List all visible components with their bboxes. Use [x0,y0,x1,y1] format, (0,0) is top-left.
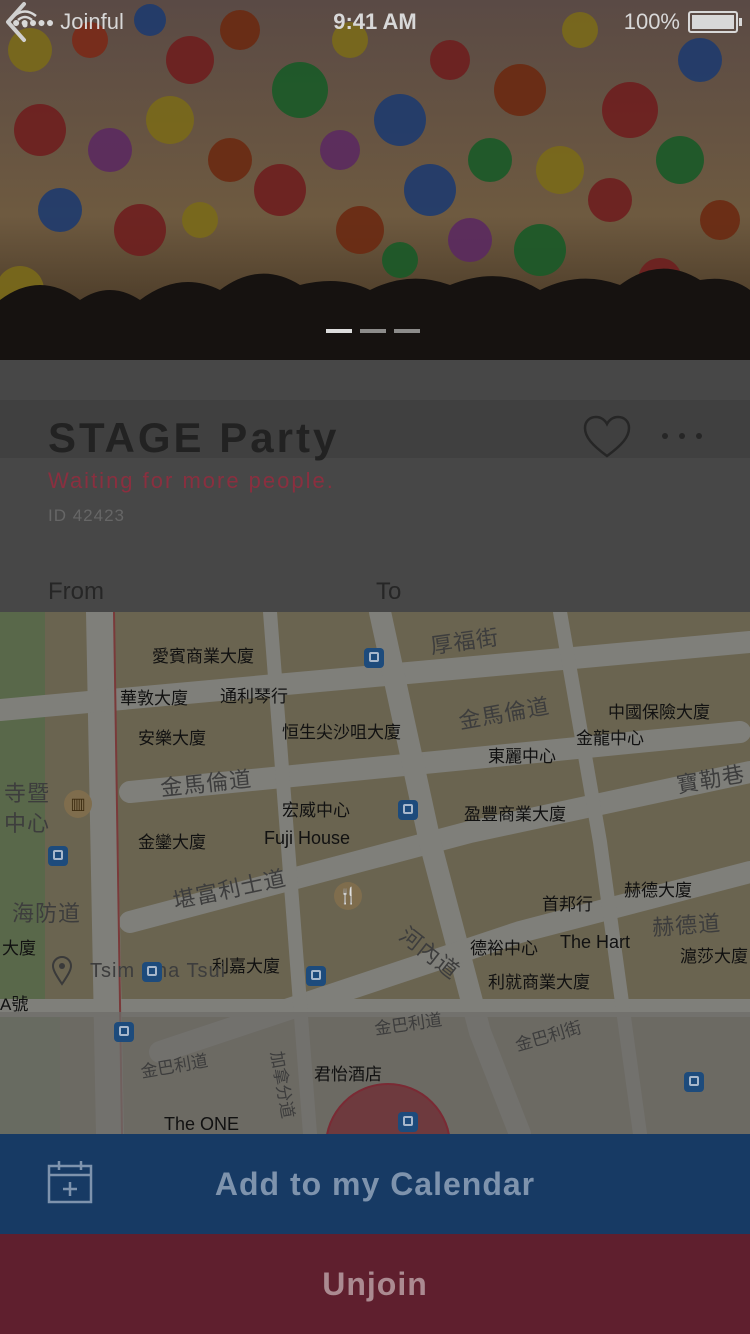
restaurant-poi-icon[interactable]: 🍴 [334,882,362,910]
bus-stop-icon[interactable] [684,1072,704,1092]
map-label: 金龍中心 [576,729,644,748]
map-label: 首邦行 [542,895,593,914]
event-status: Waiting for more people. [48,468,335,493]
map-label: 君怡酒店 [314,1065,382,1084]
balloons-photo [0,0,750,360]
event-title: STAGE Party [48,414,340,461]
map-label: 大廈 [2,939,36,958]
museum-poi-icon[interactable]: ▥ [64,790,92,818]
map-label: 金鑾大廈 [138,833,206,852]
map-label: 赫德道 [651,910,722,941]
map-label: 安樂大廈 [138,729,206,748]
map-label: 滬莎大廈 [680,947,748,966]
bus-stop-icon[interactable] [364,648,384,668]
add-to-calendar-button[interactable]: Add to my Calendar [0,1134,750,1234]
map-label: 德裕中心 [470,939,538,958]
pager-dot[interactable] [360,329,386,333]
to-label: To [376,578,402,605]
more-options-icon[interactable] [660,428,704,444]
event-map[interactable]: 愛賓商業大廈 厚福街 華敦大廈 通利琴行 中國保險大廈 安樂大廈 恒生尖沙咀大廈… [0,612,750,1134]
map-label: 赫德大廈 [624,881,692,900]
map-label: 愛賓商業大廈 [152,647,254,666]
location-pin-icon [51,956,73,986]
favorite-heart-icon[interactable] [582,415,632,459]
event-id: ID 42423 [48,506,125,525]
back-arrow-icon[interactable] [0,0,40,44]
pager-dot[interactable] [326,329,352,333]
bus-stop-icon[interactable] [114,1022,134,1042]
map-label: 華敦大廈 [120,689,188,708]
bus-stop-icon[interactable] [398,1112,418,1132]
map-label: 中心 [4,811,51,836]
add-to-calendar-label: Add to my Calendar [214,1166,536,1202]
image-pager[interactable] [326,329,420,333]
battery-status: 100% [623,9,742,35]
battery-percent: 100% [623,9,680,34]
bus-stop-icon[interactable] [48,846,68,866]
map-label: 中國保險大廈 [608,703,710,722]
map-label: A號 [0,995,29,1014]
unjoin-button[interactable]: Unjoin [0,1234,750,1334]
map-label: 利就商業大廈 [488,973,590,992]
bus-stop-icon[interactable] [142,962,162,982]
from-label: From [48,578,104,605]
status-bar: ●●●●● Joinful 9:41 AM 100% [0,0,750,42]
map-streets [0,612,750,1134]
event-detail-screen: ●●●●● Joinful 9:41 AM 100% STAGE Party W… [0,0,750,1334]
map-label: The ONE [164,1114,240,1134]
map-label: 恒生尖沙咀大廈 [282,723,401,742]
unjoin-label: Unjoin [322,1266,428,1302]
bus-stop-icon[interactable] [306,966,326,986]
map-label: 東麗中心 [488,747,556,766]
map-label: 海防道 [12,901,82,926]
map-label: 宏威中心 [282,801,350,820]
map-label: 通利琴行 [220,687,288,706]
bus-stop-icon[interactable] [398,800,418,820]
map-label: 寺暨 [4,781,51,806]
map-label: 盈豐商業大廈 [464,805,566,824]
map-label: Fuji House [264,828,351,848]
map-label: The Hart [560,932,631,952]
pager-dot[interactable] [394,329,420,333]
event-hero-image[interactable]: ●●●●● Joinful 9:41 AM 100% [0,0,750,360]
battery-icon [688,11,742,33]
